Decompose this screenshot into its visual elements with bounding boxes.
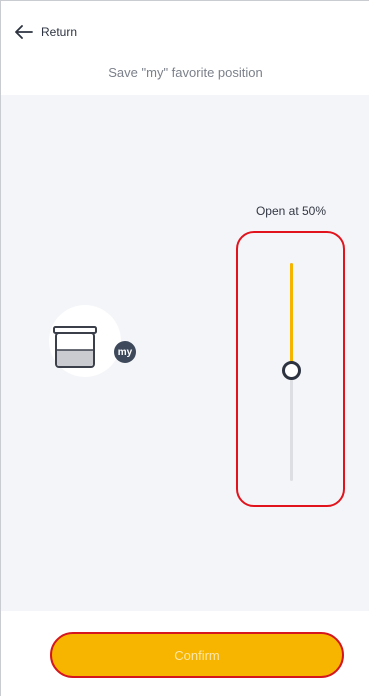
arrow-left-icon [15, 25, 33, 39]
main-content: my Open at 50% [1, 95, 369, 611]
shutter-device-icon [53, 326, 97, 368]
open-percentage-label: Open at 50% [255, 204, 327, 218]
slider-fill [290, 263, 293, 369]
device-avatar: my [49, 305, 136, 377]
return-button[interactable]: Return [15, 25, 77, 39]
return-label: Return [41, 25, 78, 39]
header: Return Save "my" favorite position [1, 1, 369, 95]
footer: Confirm [1, 611, 369, 696]
position-slider[interactable] [236, 231, 345, 507]
page-subtitle: Save "my" favorite position [108, 65, 263, 80]
confirm-button[interactable]: Confirm [50, 632, 344, 678]
slider-thumb[interactable] [282, 360, 301, 380]
my-badge: my [114, 341, 136, 363]
app-frame: Return Save "my" favorite position my Op… [0, 0, 369, 696]
